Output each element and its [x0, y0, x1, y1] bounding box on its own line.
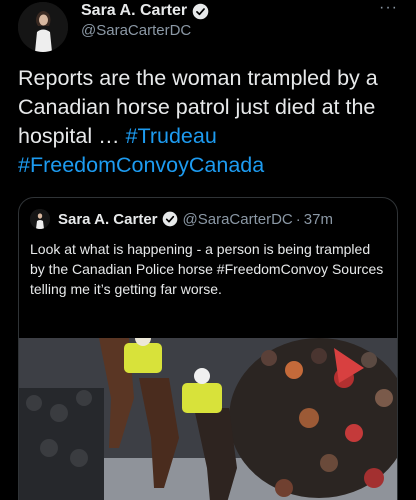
- quoted-timestamp[interactable]: 37m: [304, 211, 333, 228]
- avatar-image: [18, 2, 68, 52]
- more-icon[interactable]: ···: [379, 0, 398, 16]
- quoted-tweet-text: Look at what is happening - a person is …: [30, 241, 384, 297]
- tweet-text: Reports are the woman trampled by a Cana…: [18, 64, 403, 180]
- quoted-tweet-card[interactable]: Sara A. Carter @SaraCarterDC · 37m Look …: [18, 197, 398, 500]
- author-name[interactable]: Sara A. Carter: [81, 2, 187, 20]
- quoted-avatar-image: [30, 209, 50, 229]
- quoted-author-handle[interactable]: @SaraCarterDC: [183, 211, 293, 228]
- hashtag-freedomconvoycanada[interactable]: #FreedomConvoyCanada: [18, 153, 264, 177]
- verified-badge-icon: [192, 3, 209, 19]
- author-avatar[interactable]: [18, 2, 68, 52]
- quoted-tweet-header: Sara A. Carter @SaraCarterDC · 37m: [30, 209, 333, 229]
- quoted-author-name[interactable]: Sara A. Carter: [58, 211, 158, 228]
- quoted-author-avatar[interactable]: [30, 209, 50, 229]
- photo-icon[interactable]: [19, 338, 398, 500]
- quoted-verified-badge-icon: [162, 211, 177, 227]
- hashtag-trudeau[interactable]: #Trudeau: [126, 124, 217, 148]
- author-handle[interactable]: @SaraCarterDC: [81, 22, 191, 39]
- quoted-separator: ·: [295, 210, 301, 228]
